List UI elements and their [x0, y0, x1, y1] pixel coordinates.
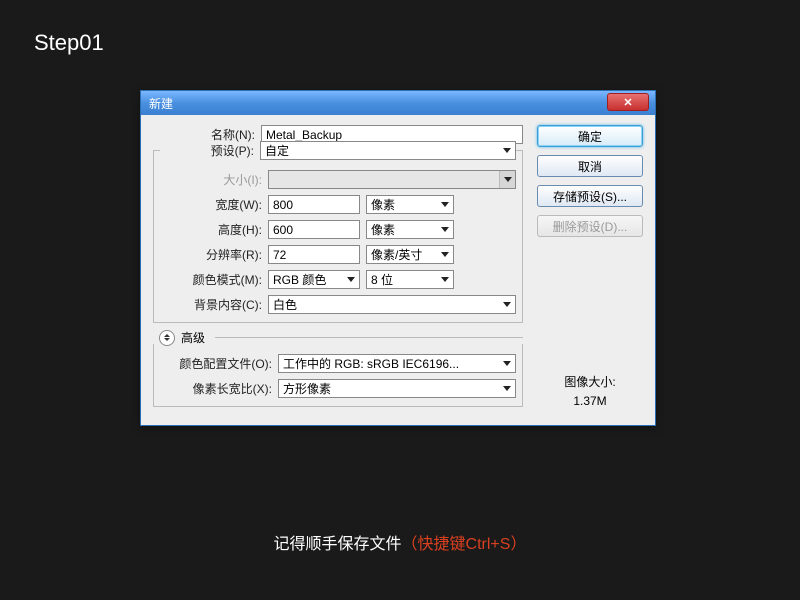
chevron-down-icon [343, 271, 359, 288]
ok-button[interactable]: 确定 [537, 125, 643, 147]
aspect-label: 像素长宽比(X): [160, 380, 278, 397]
width-unit-select[interactable]: 像素 [366, 195, 454, 214]
footnote: 记得顺手保存文件（快捷键Ctrl+S） [0, 530, 800, 554]
save-preset-button[interactable]: 存储预设(S)... [537, 185, 643, 207]
new-document-dialog: 新建 ✕ 名称(N): 预设(P): 自定 [140, 90, 656, 426]
image-size-value: 1.37M [537, 392, 643, 411]
close-button[interactable]: ✕ [607, 93, 649, 111]
footnote-text: 记得顺手保存文件 [274, 536, 402, 553]
width-input[interactable] [268, 195, 360, 214]
bg-select[interactable]: 白色 [268, 295, 516, 314]
footnote-hint: （快捷键Ctrl+S） [402, 536, 527, 553]
chevron-down-icon [437, 196, 453, 213]
divider [215, 337, 523, 338]
image-size-info: 图像大小: 1.37M [537, 373, 643, 411]
step-label: Step01 [34, 30, 104, 56]
preset-label: 预设(P): [160, 142, 260, 159]
bg-label: 背景内容(C): [160, 296, 268, 313]
advanced-group: 颜色配置文件(O): 工作中的 RGB: sRGB IEC6196... 像素长… [153, 344, 523, 407]
color-mode-label: 颜色模式(M): [160, 271, 268, 288]
chevron-down-icon [499, 171, 515, 188]
preset-value: 自定 [265, 142, 289, 159]
resolution-input[interactable] [268, 245, 360, 264]
width-label: 宽度(W): [160, 196, 268, 213]
color-mode-value: RGB 颜色 [273, 271, 326, 288]
size-select [268, 170, 516, 189]
chevron-down-icon [164, 338, 170, 341]
width-unit-value: 像素 [371, 196, 395, 213]
profile-select[interactable]: 工作中的 RGB: sRGB IEC6196... [278, 354, 516, 373]
titlebar[interactable]: 新建 ✕ [141, 91, 655, 115]
height-input[interactable] [268, 220, 360, 239]
aspect-select[interactable]: 方形像素 [278, 379, 516, 398]
bg-value: 白色 [273, 296, 297, 313]
image-size-label: 图像大小: [537, 373, 643, 392]
close-icon: ✕ [623, 96, 632, 109]
chevron-down-icon [499, 296, 515, 313]
preset-select[interactable]: 自定 [260, 141, 516, 160]
dialog-title: 新建 [149, 95, 173, 112]
preset-group: 预设(P): 自定 大小(I): 宽度(W): [153, 150, 523, 323]
profile-value: 工作中的 RGB: sRGB IEC6196... [283, 355, 459, 372]
chevron-down-icon [499, 142, 515, 159]
chevron-down-icon [437, 221, 453, 238]
bit-depth-select[interactable]: 8 位 [366, 270, 454, 289]
profile-label: 颜色配置文件(O): [160, 355, 278, 372]
chevron-down-icon [499, 355, 515, 372]
bit-depth-value: 8 位 [371, 271, 393, 288]
height-unit-select[interactable]: 像素 [366, 220, 454, 239]
color-mode-select[interactable]: RGB 颜色 [268, 270, 360, 289]
resolution-unit-select[interactable]: 像素/英寸 [366, 245, 454, 264]
height-unit-value: 像素 [371, 221, 395, 238]
size-label: 大小(I): [160, 171, 268, 188]
chevron-down-icon [437, 271, 453, 288]
cancel-button[interactable]: 取消 [537, 155, 643, 177]
delete-preset-button: 删除预设(D)... [537, 215, 643, 237]
chevron-up-icon [164, 334, 170, 337]
aspect-value: 方形像素 [283, 380, 331, 397]
height-label: 高度(H): [160, 221, 268, 238]
resolution-label: 分辨率(R): [160, 246, 268, 263]
chevron-down-icon [499, 380, 515, 397]
resolution-unit-value: 像素/英寸 [371, 246, 422, 263]
chevron-down-icon [437, 246, 453, 263]
